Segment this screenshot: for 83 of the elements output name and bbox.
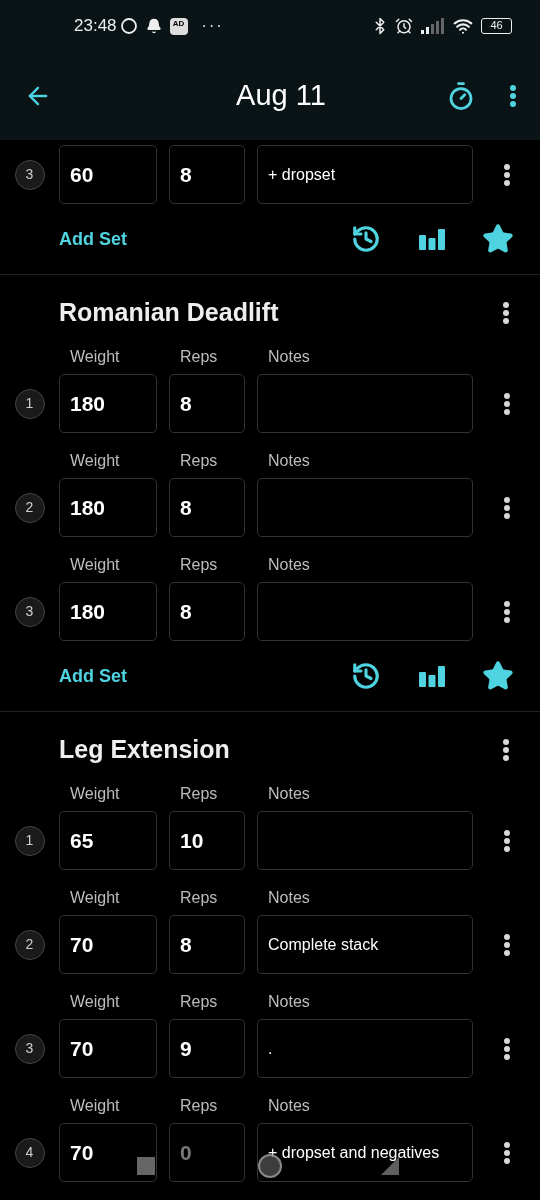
weight-field[interactable]: 180 bbox=[59, 582, 157, 641]
notes-field[interactable] bbox=[257, 374, 473, 433]
set-number: 3 bbox=[14, 596, 45, 627]
history-icon bbox=[351, 224, 381, 254]
reps-field[interactable]: 10 bbox=[169, 811, 245, 870]
more-icon bbox=[503, 302, 509, 324]
reps-field[interactable]: 9 bbox=[169, 1019, 245, 1078]
more-icon bbox=[503, 739, 509, 761]
set-number: 3 bbox=[14, 1033, 45, 1064]
reps-field[interactable]: 8 bbox=[169, 374, 245, 433]
reps-field[interactable]: 8 bbox=[169, 582, 245, 641]
notes-field[interactable]: + dropset and negatives bbox=[257, 1123, 473, 1182]
notes-field[interactable]: . bbox=[257, 1019, 473, 1078]
weight-field[interactable]: 180 bbox=[59, 478, 157, 537]
bell-icon bbox=[145, 18, 162, 34]
exercise-title: Leg Extension bbox=[59, 734, 231, 766]
page-title: Aug 11 bbox=[235, 78, 327, 114]
reps-field[interactable]: 8 bbox=[169, 478, 245, 537]
notes-field[interactable] bbox=[257, 478, 473, 537]
add-set-button[interactable]: Add Set bbox=[59, 662, 346, 690]
more-icon bbox=[504, 1141, 510, 1164]
notes-field[interactable]: + dropset bbox=[257, 145, 473, 204]
alarm-icon bbox=[395, 17, 413, 35]
weight-field[interactable]: 65 bbox=[59, 811, 157, 870]
notes-field[interactable] bbox=[257, 811, 473, 870]
notes-field[interactable] bbox=[257, 582, 473, 641]
add-set-button[interactable]: Add Set bbox=[59, 225, 346, 253]
reps-field[interactable]: 0 bbox=[169, 1123, 245, 1182]
battery-icon: 46 bbox=[481, 18, 512, 34]
ad-badge: AD bbox=[169, 17, 188, 35]
menu-icon bbox=[510, 85, 516, 107]
history-icon bbox=[351, 661, 381, 691]
signal-icon bbox=[421, 18, 445, 34]
status-time: 23:48 bbox=[74, 15, 117, 38]
reps-field[interactable]: 8 bbox=[169, 145, 245, 204]
set-number: 2 bbox=[14, 492, 45, 523]
weight-field[interactable]: 70 bbox=[59, 1019, 157, 1078]
set-number: 3 bbox=[14, 159, 45, 190]
reps-label: Reps bbox=[180, 451, 219, 471]
reps-label: Reps bbox=[180, 992, 219, 1012]
more-icon bbox=[504, 933, 510, 956]
weight-field[interactable]: 70 bbox=[59, 915, 157, 974]
more-icon bbox=[504, 600, 510, 623]
more-icon bbox=[504, 392, 510, 415]
notes-label: Notes bbox=[268, 888, 310, 908]
weight-field[interactable]: 180 bbox=[59, 374, 157, 433]
star-icon bbox=[482, 223, 514, 255]
bar-chart-icon bbox=[418, 664, 446, 688]
notes-label: Notes bbox=[268, 451, 310, 471]
more-notifications: ··· bbox=[201, 16, 224, 36]
weight-label: Weight bbox=[70, 784, 121, 804]
weight-label: Weight bbox=[70, 888, 121, 908]
weight-label: Weight bbox=[70, 1096, 121, 1116]
notes-label: Notes bbox=[268, 992, 310, 1012]
weight-label: Weight bbox=[70, 347, 121, 367]
weight-label: Weight bbox=[70, 992, 121, 1012]
reps-label: Reps bbox=[180, 784, 219, 804]
weight-label: Weight bbox=[70, 451, 121, 471]
notes-label: Notes bbox=[268, 347, 310, 367]
bar-chart-icon bbox=[418, 227, 446, 251]
reps-label: Reps bbox=[180, 347, 219, 367]
notes-label: Notes bbox=[268, 1096, 310, 1116]
menu-button[interactable] bbox=[510, 85, 516, 107]
notes-label: Notes bbox=[268, 555, 310, 575]
wifi-icon bbox=[453, 16, 473, 36]
set-number: 2 bbox=[14, 929, 45, 960]
weight-label: Weight bbox=[70, 555, 121, 575]
star-icon bbox=[482, 660, 514, 692]
set-number: 1 bbox=[14, 388, 45, 419]
exercise-title: Romanian Deadlift bbox=[59, 297, 280, 329]
more-icon bbox=[504, 163, 510, 186]
set-number: 4 bbox=[14, 1137, 45, 1168]
more-icon bbox=[504, 496, 510, 519]
more-icon bbox=[504, 1037, 510, 1060]
notes-field[interactable]: Complete stack bbox=[257, 915, 473, 974]
reps-label: Reps bbox=[180, 888, 219, 908]
reps-label: Reps bbox=[180, 1096, 219, 1116]
notes-label: Notes bbox=[268, 784, 310, 804]
reps-field[interactable]: 8 bbox=[169, 915, 245, 974]
weight-field[interactable]: 60 bbox=[59, 145, 157, 204]
reps-label: Reps bbox=[180, 555, 219, 575]
more-icon bbox=[504, 829, 510, 852]
set-number: 1 bbox=[14, 825, 45, 856]
